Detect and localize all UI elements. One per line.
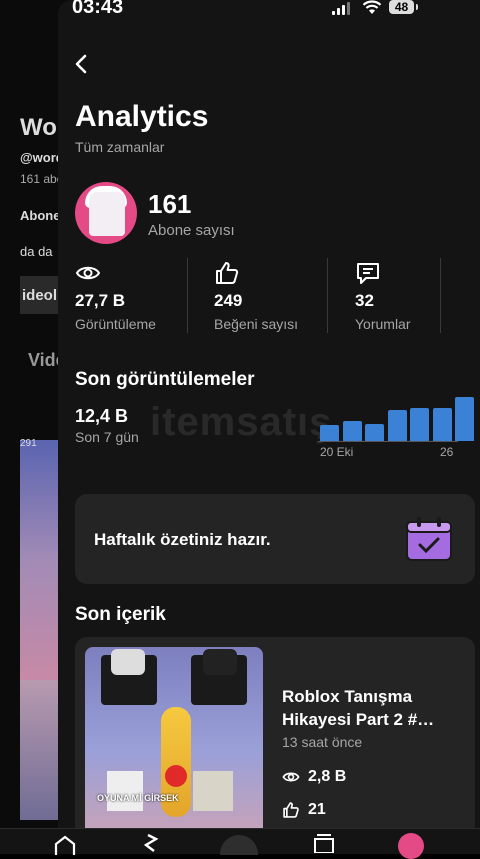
stat-views-value: 27,7 B [75,291,126,310]
signal-icon [332,2,350,15]
content-card[interactable]: OYUNA Mİ GİRSEK Roblox Tanışma Hikayesi … [75,637,475,837]
recent-views-value: 12,4 B [75,406,129,426]
profile-avatar[interactable] [398,833,424,859]
calendar-check-icon [406,517,452,561]
subscriber-count: 161 [148,189,192,219]
watermark: itemsatış [150,400,333,444]
eye-icon [282,772,300,782]
thumbs-up-icon [216,262,239,284]
x-tick-label: 20 Eki [320,445,354,459]
comment-icon [357,263,379,284]
home-icon[interactable] [53,835,77,855]
content-likes-value: 21 [308,801,326,818]
video-thumbnail[interactable]: OYUNA Mİ GİRSEK [85,647,263,837]
bg-thumbnail [20,440,58,680]
page-subtitle: Tüm zamanlar [75,139,165,155]
divider [327,258,328,333]
stat-comments-label: Yorumlar [355,316,411,332]
status-time: 03:43 [72,0,124,18]
create-button[interactable] [220,835,258,855]
stat-likes-value: 249 [214,291,243,310]
bg-abone: Abone [20,208,61,223]
bottom-nav [0,828,480,859]
content-views: 2,8 B [282,768,346,786]
chart-bar [387,409,407,441]
divider [187,258,188,333]
chart-bar [320,425,339,441]
page-title: Analytics [75,100,209,133]
content-time: 13 saat önce [282,734,363,750]
weekly-summary-card[interactable]: Haftalık özetiniz hazır. [75,494,475,584]
avatar [75,182,137,244]
thumbnail-caption: OYUNA Mİ GİRSEK [97,793,179,803]
divider [440,258,441,333]
bg-subs: 161 abo [20,172,64,186]
chart-bar [365,423,384,441]
recent-content-title: Son içerik [75,604,166,625]
recent-views-chart[interactable]: 20 Eki 26 [318,395,474,459]
chart-bar [432,408,452,441]
stat-comments-value: 32 [355,291,374,310]
bg-thumbnail-2 [20,680,58,820]
recent-views-period: Son 7 gün [75,429,139,445]
bg-da: da da [20,244,53,259]
subscriptions-icon[interactable] [312,833,336,853]
eye-icon [75,266,101,280]
recent-views-title: Son görüntülemeler [75,369,255,390]
stat-likes-label: Beğeni sayısı [214,316,299,332]
x-tick-label: 26 [440,445,454,459]
status-bar: 03:43 48 [0,0,480,22]
back-chevron-icon[interactable] [70,52,94,76]
chart-axis [318,441,458,442]
bg-name: Wo [20,114,57,141]
subscriber-label: Abone sayısı [148,222,235,239]
content-likes: 21 [282,801,326,819]
bg-video: ideol [22,287,58,304]
chart-bar [342,420,362,441]
bg-num: 291 [20,438,37,449]
thumbs-up-icon [283,802,299,818]
battery-indicator: 48 [389,0,418,14]
content-title[interactable]: Roblox Tanışma Hikayesi Part 2 #… [282,685,462,731]
wifi-icon [362,0,382,14]
chart-bar [455,397,474,441]
shorts-icon[interactable] [140,833,162,853]
stat-views-label: Görüntüleme [75,316,156,332]
content-views-value: 2,8 B [308,768,347,785]
weekly-summary-text: Haftalık özetiniz hazır. [94,530,271,549]
chart-bar [410,408,429,441]
